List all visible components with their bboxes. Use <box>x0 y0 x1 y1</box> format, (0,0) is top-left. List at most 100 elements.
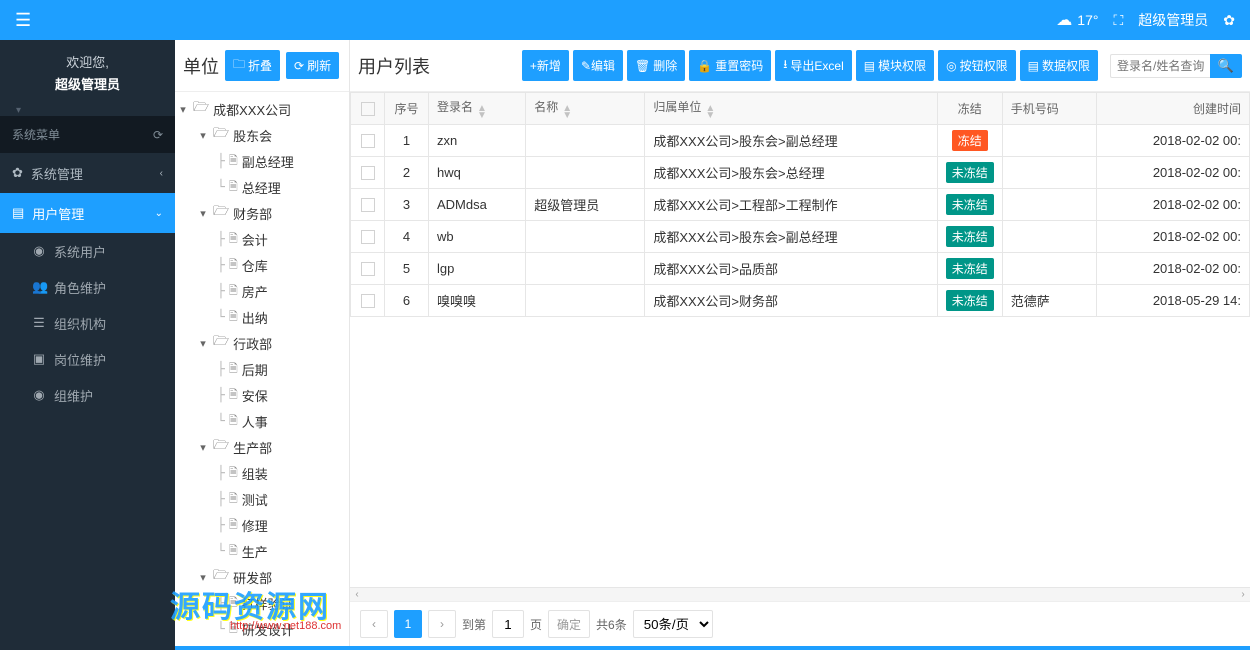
freeze-badge[interactable]: 未冻结 <box>946 162 994 183</box>
col-name[interactable]: 名称 <box>534 100 558 114</box>
avatar-dropdown-icon[interactable]: ▾ <box>16 105 175 116</box>
sidebar-toggle-icon[interactable]: ☰ <box>15 10 31 31</box>
row-checkbox[interactable] <box>361 294 375 308</box>
tree-node-leaf[interactable]: ├🗎组装 <box>177 460 349 486</box>
row-checkbox[interactable] <box>361 262 375 276</box>
submenu-item-group-maint[interactable]: ◉ 组维护 <box>0 377 175 413</box>
tree-node-root[interactable]: ▾🗁成都XXX公司 <box>177 96 349 122</box>
button-perm-button[interactable]: ◎按钮权限 <box>938 50 1016 81</box>
tree-node-label: 安保 <box>242 386 268 405</box>
tree-node-leaf[interactable]: └🗎出纳 <box>177 304 349 330</box>
horizontal-scrollbar[interactable]: ‹ › <box>350 587 1250 601</box>
table-row[interactable]: 3ADMdsa超级管理员成都XXX公司>工程部>工程制作未冻结2018-02-0… <box>351 189 1250 221</box>
fold-button[interactable]: 🗀折叠 <box>225 50 280 81</box>
sort-icon[interactable]: ▲▼ <box>705 105 715 119</box>
search-button[interactable]: 🔍 <box>1210 54 1242 78</box>
gear-icon[interactable]: ✿ <box>1223 12 1235 29</box>
page-jump-input[interactable] <box>492 610 524 638</box>
fullscreen-icon[interactable]: ⛶ <box>1113 12 1123 29</box>
cell-phone <box>1002 253 1096 285</box>
row-checkbox[interactable] <box>361 134 375 148</box>
tree-toggle-icon[interactable]: ▾ <box>197 207 209 220</box>
scroll-right-icon[interactable]: › <box>1236 588 1250 602</box>
tree-node-leaf[interactable]: ├🗎修理 <box>177 512 349 538</box>
tree-node-folder[interactable]: ▾🗁财务部 <box>177 200 349 226</box>
row-checkbox[interactable] <box>361 166 375 180</box>
page-next-button[interactable]: › <box>428 610 456 638</box>
row-checkbox[interactable] <box>361 230 375 244</box>
folder-open-icon: 🗁 <box>213 124 229 146</box>
tree-toggle-icon[interactable]: ▾ <box>197 129 209 142</box>
submenu-item-post-maint[interactable]: ▣ 岗位维护 <box>0 341 175 377</box>
refresh-button[interactable]: ⟳刷新 <box>286 52 339 79</box>
tree-node-folder[interactable]: ▾🗁股东会 <box>177 122 349 148</box>
menu-item-user-mgmt[interactable]: ▤ 用户管理 ⌄ <box>0 193 175 233</box>
tree-node-leaf[interactable]: ├🗎安保 <box>177 382 349 408</box>
menu-item-label: 系统管理 <box>31 164 83 183</box>
tree-node-leaf[interactable]: └🗎人事 <box>177 408 349 434</box>
tree-body[interactable]: ▾🗁成都XXX公司▾🗁股东会├🗎副总经理└🗎总经理▾🗁财务部├🗎会计├🗎仓库├🗎… <box>175 92 349 646</box>
freeze-badge[interactable]: 未冻结 <box>946 194 994 215</box>
delete-button[interactable]: 🗑删除 <box>627 50 685 81</box>
tree-node-folder[interactable]: ▾🗁研发部 <box>177 564 349 590</box>
submenu-item-role-maint[interactable]: 👥 角色维护 <box>0 269 175 305</box>
sort-icon[interactable]: ▲▼ <box>477 105 487 119</box>
tree-node-leaf[interactable]: ├🗎副总经理 <box>177 148 349 174</box>
current-user-name[interactable]: 超级管理员 <box>1138 10 1208 30</box>
cell-login: wb <box>429 221 526 253</box>
tree-node-leaf[interactable]: ├🗎测试 <box>177 486 349 512</box>
module-perm-button[interactable]: ▤模块权限 <box>856 50 934 81</box>
edit-button[interactable]: ✎编辑 <box>573 50 623 81</box>
data-perm-button[interactable]: ▤数据权限 <box>1020 50 1098 81</box>
row-checkbox[interactable] <box>361 198 375 212</box>
table-row[interactable]: 4wb成都XXX公司>股东会>副总经理未冻结2018-02-02 00: <box>351 221 1250 253</box>
tree-node-leaf[interactable]: ├🗎会计 <box>177 226 349 252</box>
file-icon: 🗎 <box>229 620 238 639</box>
tree-node-leaf[interactable]: ├🗎房产 <box>177 278 349 304</box>
scroll-left-icon[interactable]: ‹ <box>350 588 364 602</box>
col-ctime: 创建时间 <box>1193 102 1241 116</box>
col-login[interactable]: 登录名 <box>437 100 473 114</box>
add-button[interactable]: +新增 <box>522 50 569 81</box>
tree-toggle-icon[interactable]: ▾ <box>197 571 209 584</box>
col-dept[interactable]: 归属单位 <box>653 100 701 114</box>
menu-refresh-icon[interactable]: ⟳ <box>153 128 163 142</box>
tree-node-leaf[interactable]: ├🗎仓库 <box>177 252 349 278</box>
freeze-badge[interactable]: 冻结 <box>952 130 988 151</box>
table-row[interactable]: 1zxn成都XXX公司>股东会>副总经理冻结2018-02-02 00: <box>351 125 1250 157</box>
folder-open-icon: 🗁 <box>213 436 229 458</box>
tree-node-leaf[interactable]: └🗎研发设计 <box>177 616 349 642</box>
page-prev-button[interactable]: ‹ <box>360 610 388 638</box>
file-icon: 🗎 <box>229 178 238 197</box>
page-go-button[interactable]: 确定 <box>548 610 590 638</box>
freeze-badge[interactable]: 未冻结 <box>946 290 994 311</box>
table-row[interactable]: 5lgp成都XXX公司>品质部未冻结2018-02-02 00: <box>351 253 1250 285</box>
submenu-item-org-struct[interactable]: ☰ 组织机构 <box>0 305 175 341</box>
user-icon: ◉ <box>32 387 46 403</box>
tree-node-leaf[interactable]: └🗎生产 <box>177 538 349 564</box>
tree-node-folder[interactable]: ▾🗁行政部 <box>177 330 349 356</box>
tree-node-label: 修理 <box>242 516 268 535</box>
page-size-select[interactable]: 50条/页 <box>633 610 713 638</box>
tree-node-leaf[interactable]: ├🗎后期 <box>177 356 349 382</box>
list-icon: ☰ <box>32 315 46 331</box>
reset-password-button[interactable]: 🔒重置密码 <box>689 50 771 81</box>
tree-toggle-icon[interactable]: ▾ <box>197 441 209 454</box>
freeze-badge[interactable]: 未冻结 <box>946 226 994 247</box>
tree-node-leaf[interactable]: └🗎总经理 <box>177 174 349 200</box>
table-row[interactable]: 6嗅嗅嗅成都XXX公司>财务部未冻结范德萨2018-05-29 14: <box>351 285 1250 317</box>
sort-icon[interactable]: ▲▼ <box>562 105 572 119</box>
search-input[interactable] <box>1110 54 1210 78</box>
menu-item-system-mgmt[interactable]: ✿ 系统管理 ‹ <box>0 153 175 193</box>
tree-toggle-icon[interactable]: ▾ <box>177 103 189 116</box>
export-excel-button[interactable]: ⭳导出Excel <box>775 50 852 81</box>
freeze-badge[interactable]: 未冻结 <box>946 258 994 279</box>
tree-node-folder[interactable]: ▾🗁生产部 <box>177 434 349 460</box>
select-all-checkbox[interactable] <box>361 102 375 116</box>
cell-phone <box>1002 157 1096 189</box>
tree-node-leaf[interactable]: ├🗎打样验证 <box>177 590 349 616</box>
table-row[interactable]: 2hwq成都XXX公司>股东会>总经理未冻结2018-02-02 00: <box>351 157 1250 189</box>
tree-toggle-icon[interactable]: ▾ <box>197 337 209 350</box>
page-number-button[interactable]: 1 <box>394 610 422 638</box>
submenu-item-sys-user[interactable]: ◉ 系统用户 <box>0 233 175 269</box>
